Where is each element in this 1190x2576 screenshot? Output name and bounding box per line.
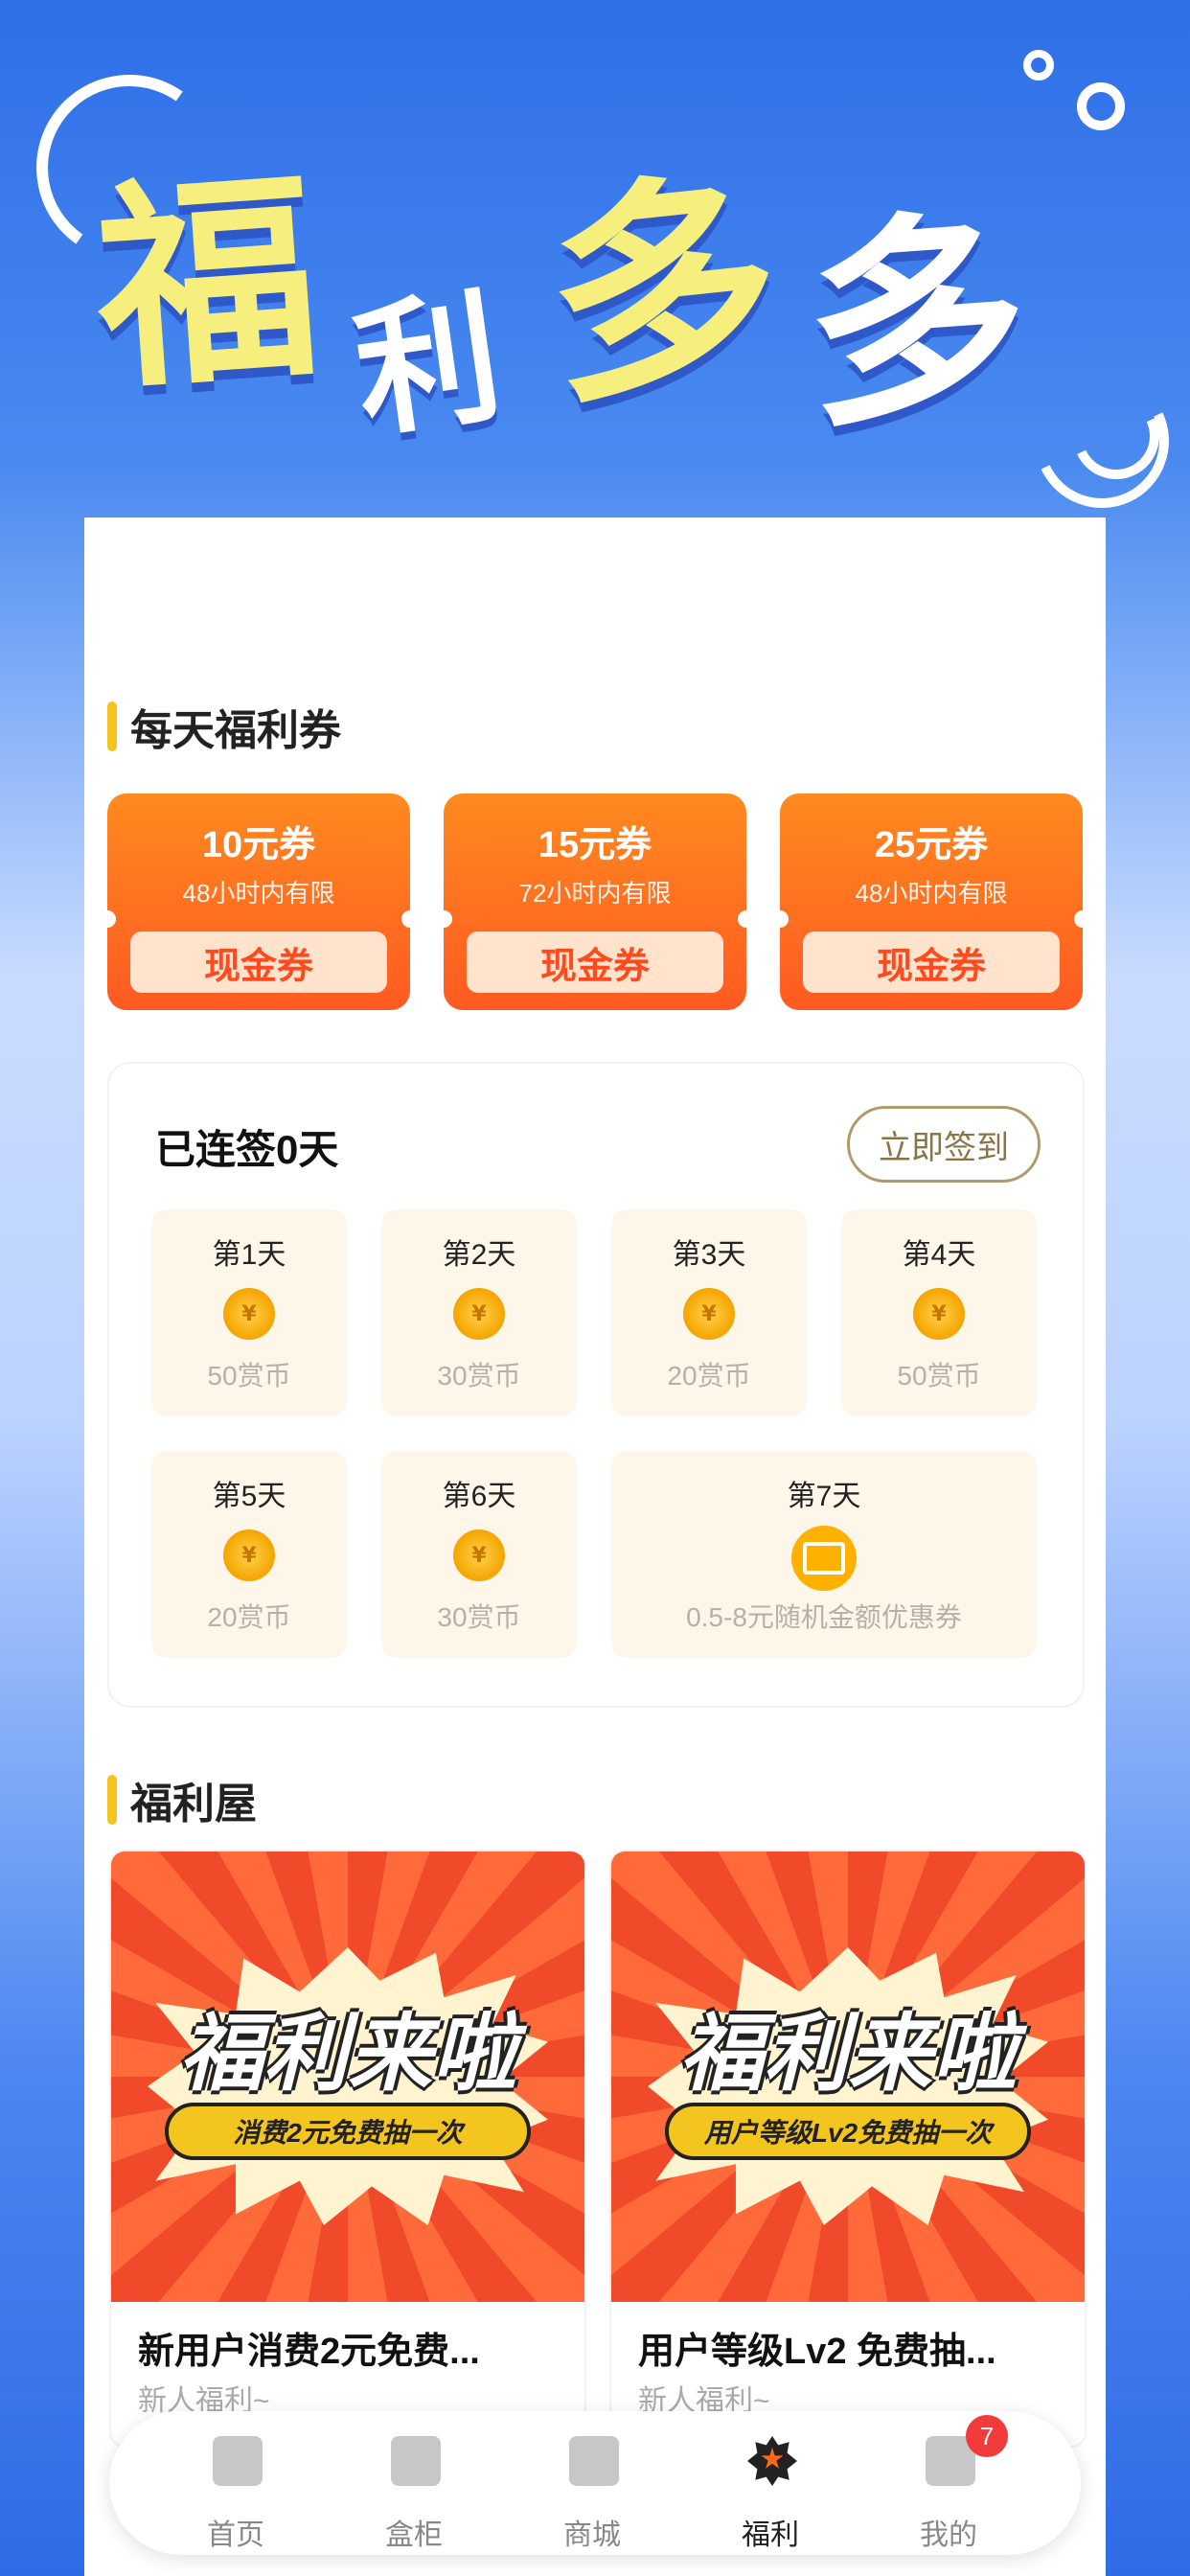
checkin-day-final: 第7天 0.5-8元随机金额优惠券 — [611, 1451, 1037, 1658]
day-reward: 30赏币 — [437, 1602, 521, 1632]
coupon-notch — [107, 910, 116, 928]
checkin-panel: 已连签0天 立即签到 第1天 ¥ 50赏币 第2天 ¥ 30赏币 第3天 ¥ 2… — [107, 1062, 1085, 1708]
day-reward: 0.5-8元随机金额优惠券 — [686, 1602, 962, 1632]
tab-label: 盒柜 — [385, 2519, 443, 2551]
day-label: 第3天 — [672, 1239, 746, 1271]
hero-title: 福 利 多 多 — [88, 105, 1035, 459]
house-name: 新用户消费2元免费... — [138, 2332, 480, 2372]
day-reward: 50赏币 — [207, 1361, 291, 1391]
coupon-notch — [738, 910, 746, 928]
coupon-limit: 48小时内有限 — [182, 879, 335, 908]
cabinet-icon — [391, 2436, 441, 2486]
tab-welfare[interactable]: 福利 — [713, 2430, 828, 2555]
coupon-amount: 10元券 — [201, 825, 316, 865]
section-title-text: 每天福利券 — [130, 707, 341, 754]
coin-icon: ¥ — [913, 1288, 965, 1340]
coupon-limit: 48小时内有限 — [855, 879, 1008, 908]
day-label: 第4天 — [902, 1239, 976, 1271]
welfare-house-section-title: 福利屋 — [107, 1773, 257, 1828]
tab-profile[interactable]: 7 我的 — [891, 2415, 1008, 2555]
coupon-card[interactable]: 25元券 48小时内有限 现金券 — [780, 794, 1083, 1010]
tab-label: 首页 — [207, 2519, 264, 2551]
day-reward: 30赏币 — [437, 1361, 521, 1391]
coupon-type-button[interactable]: 现金券 — [803, 932, 1060, 993]
banner-ribbon: 消费2元免费抽一次 — [165, 2103, 531, 2160]
welfare-house-card[interactable]: 福利来啦 消费2元免费抽一次 新用户消费2元免费... 新人福利~ — [109, 1850, 586, 2448]
tab-label: 福利 — [742, 2519, 799, 2551]
banner-ribbon: 用户等级Lv2免费抽一次 — [665, 2103, 1031, 2160]
coupon-type-button[interactable]: 现金券 — [467, 932, 723, 993]
coin-icon: ¥ — [453, 1530, 505, 1581]
coupon-amount: 15元券 — [538, 825, 652, 865]
coupon-notch — [444, 910, 452, 928]
title-accent-bar — [107, 1775, 117, 1825]
day-label: 第2天 — [442, 1239, 516, 1271]
coin-icon: ¥ — [223, 1530, 275, 1581]
day-reward: 20赏币 — [207, 1602, 291, 1632]
house-name: 用户等级Lv2 免费抽... — [638, 2332, 996, 2372]
welfare-house-card[interactable]: 福利来啦 用户等级Lv2免费抽一次 用户等级Lv2 免费抽... 新人福利~ — [609, 1850, 1087, 2448]
coupon-notch — [780, 910, 789, 928]
checkin-day: 第1天 ¥ 50赏币 — [151, 1209, 347, 1416]
tab-label: 商城 — [563, 2519, 621, 2551]
coupon-type-button[interactable]: 现金券 — [130, 932, 387, 993]
hero-char-4: 多 — [797, 188, 1036, 459]
decorative-bubble — [1077, 82, 1125, 130]
notification-badge: 7 — [966, 2415, 1008, 2457]
coin-icon: ¥ — [223, 1288, 275, 1340]
tab-label: 我的 — [920, 2519, 977, 2551]
coupon-limit: 72小时内有限 — [518, 879, 672, 908]
day-label: 第5天 — [212, 1481, 286, 1512]
checkin-day: 第2天 ¥ 30赏币 — [381, 1209, 577, 1416]
coupon-notch — [401, 910, 410, 928]
hero-banner: 福 利 多 多 — [0, 0, 1190, 527]
decorative-waves — [1016, 355, 1188, 527]
banner-title: 福利来啦 — [178, 2004, 516, 2103]
day-label: 第7天 — [787, 1481, 861, 1512]
day-label: 第1天 — [212, 1239, 286, 1271]
tab-shop[interactable]: 商城 — [535, 2430, 650, 2555]
tab-home[interactable]: 首页 — [178, 2430, 293, 2555]
day-reward: 20赏币 — [667, 1361, 751, 1391]
coupon-card[interactable]: 15元券 72小时内有限 现金券 — [444, 794, 746, 1010]
checkin-day: 第5天 ¥ 20赏币 — [151, 1451, 347, 1658]
coupon-amount: 25元券 — [874, 825, 989, 865]
welfare-card: 每天福利券 10元券 48小时内有限 现金券 15元券 72小时内有限 现金券 … — [84, 518, 1106, 2576]
coupon-notch — [1074, 910, 1083, 928]
checkin-button[interactable]: 立即签到 — [847, 1106, 1041, 1183]
decorative-bubble — [1023, 50, 1054, 80]
banner-title: 福利来啦 — [678, 2004, 1017, 2103]
hero-char-1: 福 — [88, 150, 327, 421]
day-label: 第6天 — [442, 1481, 516, 1512]
section-title-text: 福利屋 — [130, 1781, 257, 1828]
home-icon — [213, 2436, 263, 2486]
hero-char-2: 利 — [345, 273, 512, 459]
coin-icon: ¥ — [453, 1288, 505, 1340]
tab-cabinet[interactable]: 盒柜 — [356, 2430, 471, 2555]
day-reward: 50赏币 — [897, 1361, 981, 1391]
coin-icon: ¥ — [683, 1288, 735, 1340]
shop-bag-icon — [569, 2436, 619, 2486]
checkin-day: 第4天 ¥ 50赏币 — [841, 1209, 1037, 1416]
coupon-list: 10元券 48小时内有限 现金券 15元券 72小时内有限 现金券 25元券 4… — [107, 794, 1083, 1010]
hero-char-3: 多 — [535, 146, 792, 437]
checkin-day: 第6天 ¥ 30赏币 — [381, 1451, 577, 1658]
checkin-day: 第3天 ¥ 20赏币 — [611, 1209, 807, 1416]
title-accent-bar — [107, 702, 117, 751]
daily-coupon-section-title: 每天福利券 — [107, 700, 341, 754]
ticket-icon — [791, 1526, 857, 1591]
bottom-tab-bar: 首页 盒柜 商城 福利 7 我的 — [109, 2411, 1081, 2555]
checkin-streak-status: 已连签0天 — [155, 1127, 339, 1172]
coupon-card[interactable]: 10元券 48小时内有限 现金券 — [107, 794, 410, 1010]
